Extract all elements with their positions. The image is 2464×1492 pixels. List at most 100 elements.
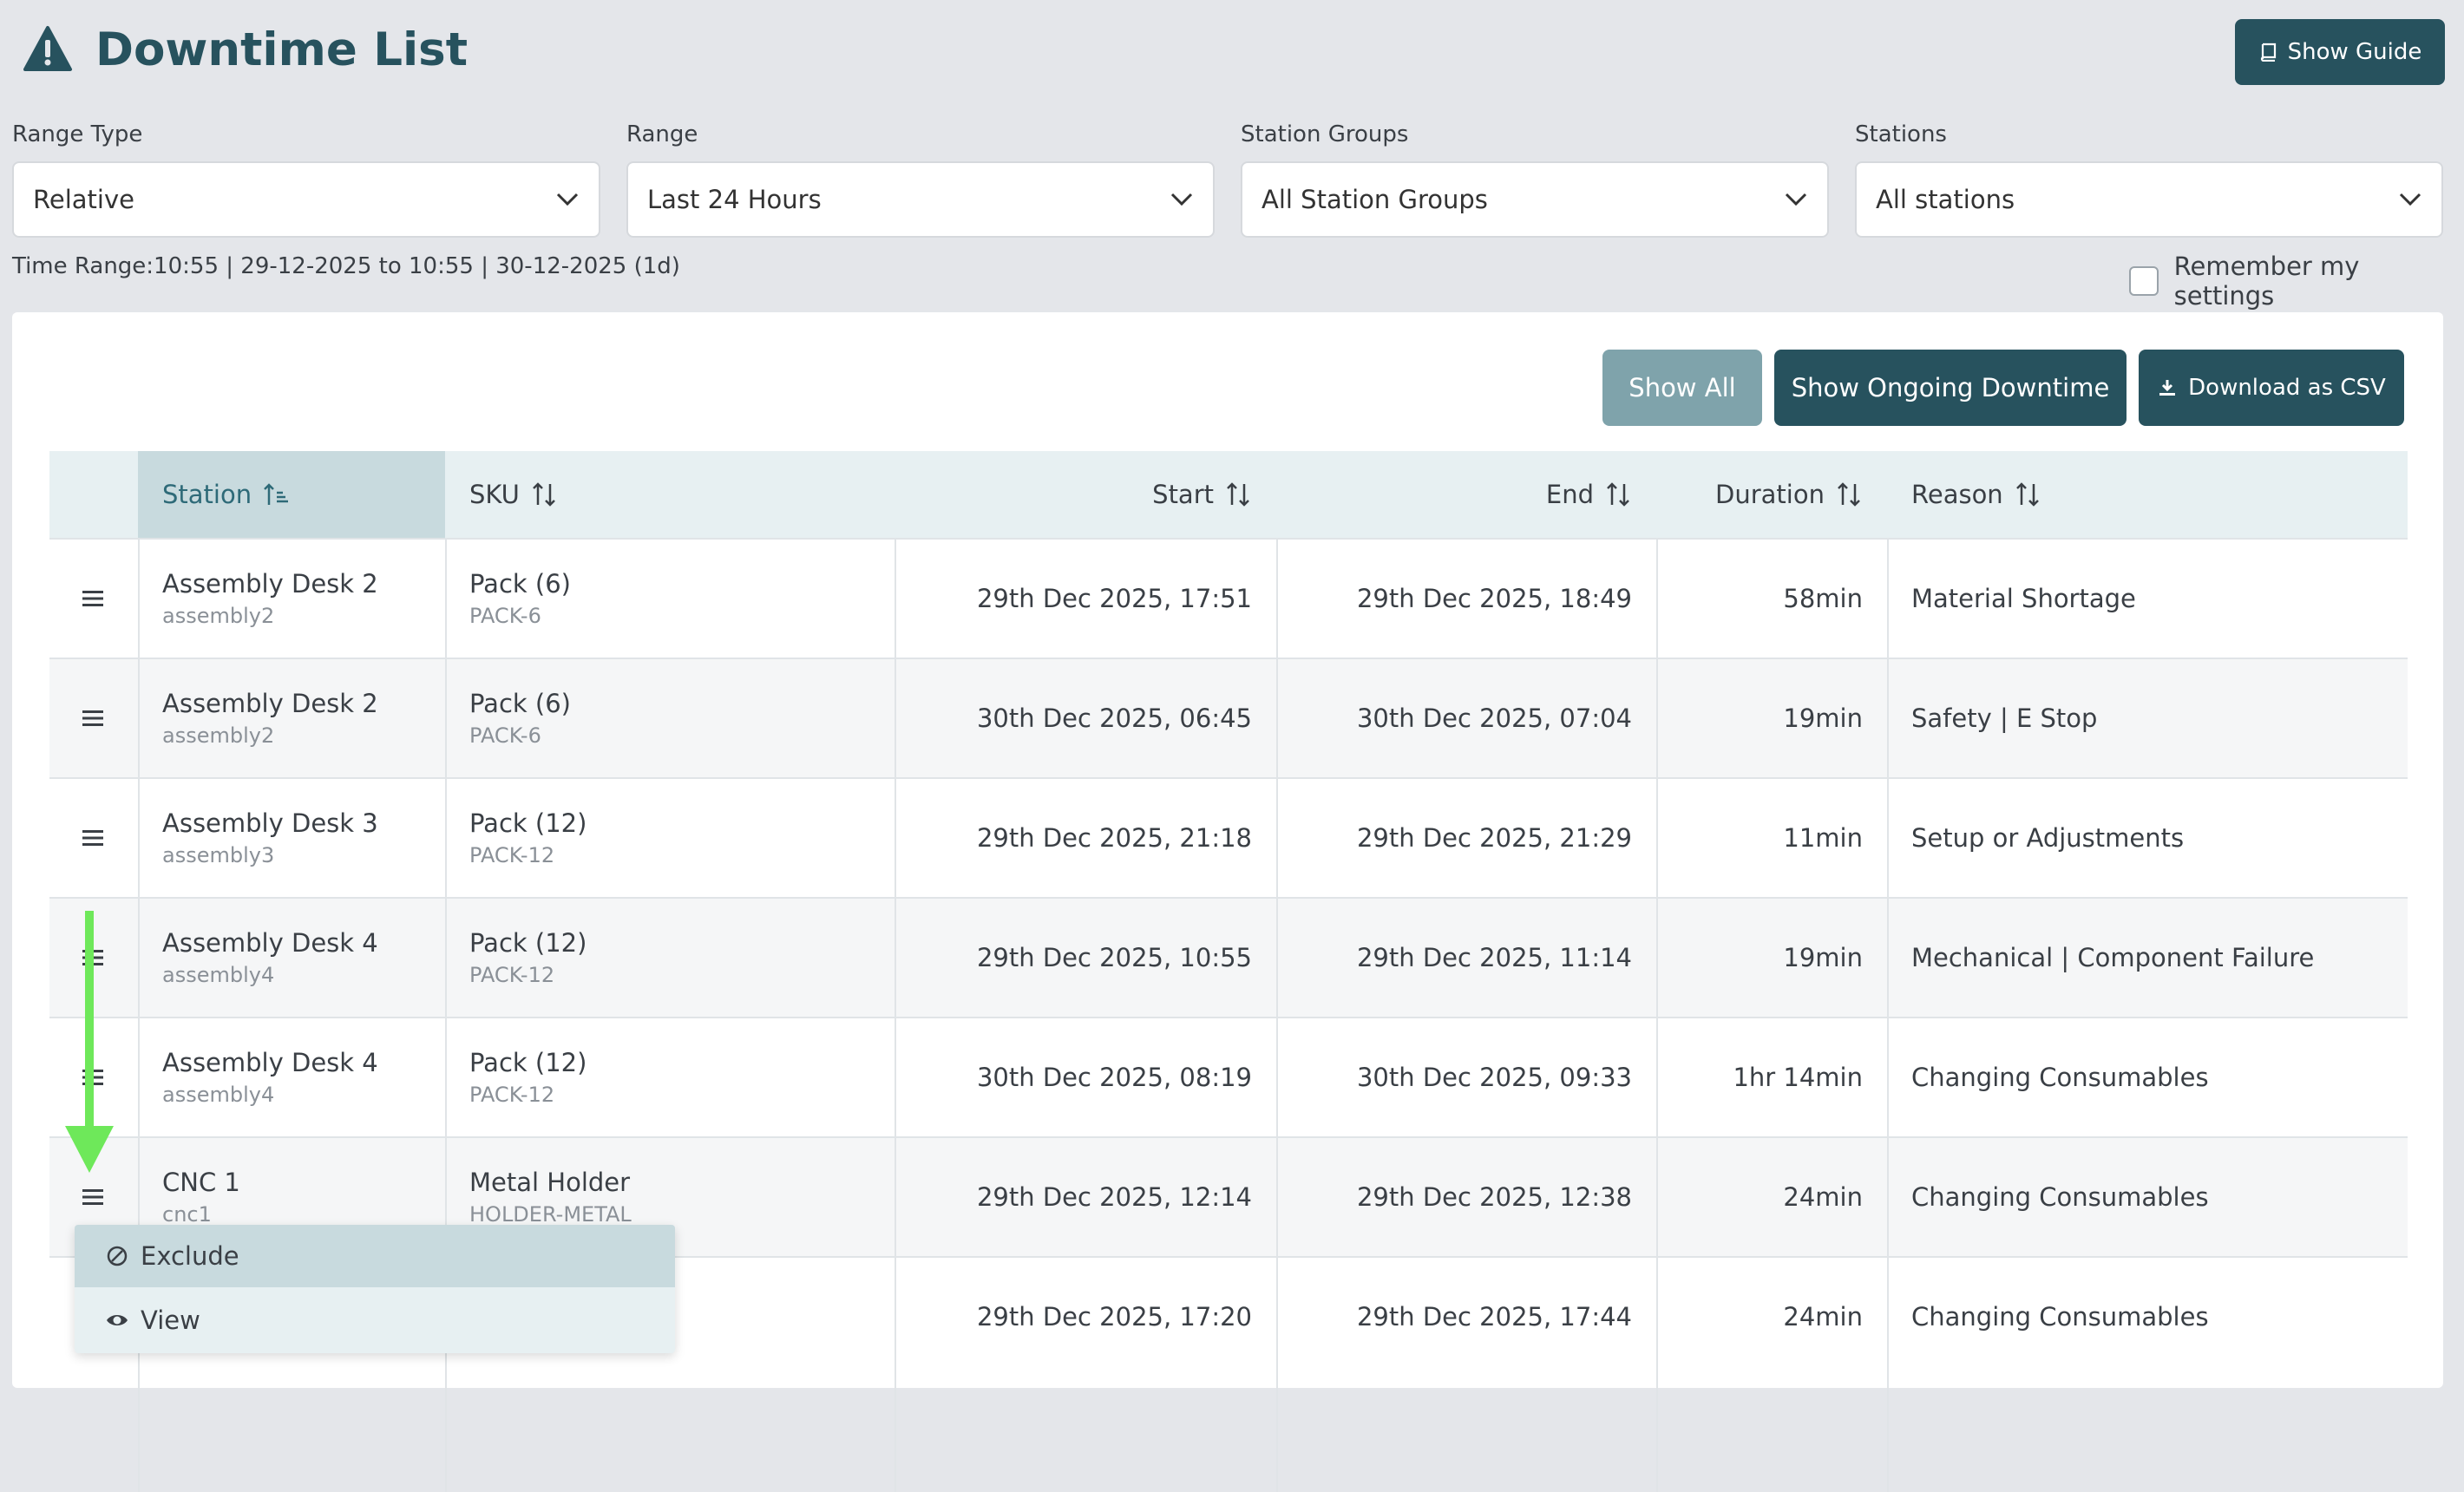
duration-cell: 58min (1783, 584, 1863, 613)
station-id: assembly3 (162, 843, 275, 867)
station-id: cnc1 (162, 1202, 212, 1227)
range-value: Last 24 Hours (647, 185, 822, 214)
station-cell: Assembly Desk 2 assembly2 (162, 659, 445, 777)
sku-code: PACK-12 (469, 1083, 555, 1107)
menu-item-exclude-label: Exclude (141, 1241, 239, 1271)
end-cell: 29th Dec 2025, 12:38 (1356, 1182, 1632, 1212)
station-name: Assembly Desk 4 (162, 1048, 378, 1077)
stations-select[interactable]: All stations (1855, 161, 2443, 238)
start-cell: 30th Dec 2025, 08:19 (976, 1063, 1252, 1092)
sort-icon (1838, 482, 1860, 507)
sort-icon (532, 482, 555, 507)
row-menu-button[interactable] (75, 701, 110, 736)
start-cell: 29th Dec 2025, 17:20 (976, 1302, 1252, 1332)
hamburger-menu-icon (82, 1189, 103, 1205)
sku-name: Metal Holder (469, 1168, 631, 1197)
range-type-value: Relative (33, 185, 134, 214)
row-action-menu: Exclude View (75, 1225, 675, 1353)
sort-ascending-icon (264, 483, 289, 505)
station-cell: Assembly Desk 2 assembly2 (162, 540, 445, 658)
station-id: assembly4 (162, 963, 275, 987)
station-cell: Assembly Desk 4 assembly4 (162, 1018, 445, 1136)
ban-icon (107, 1246, 128, 1266)
download-icon (2159, 380, 2176, 396)
page-title: Downtime List (95, 23, 469, 76)
sku-code: PACK-6 (469, 604, 541, 628)
sku-name: Pack (6) (469, 689, 571, 718)
chevron-down-icon (1170, 193, 1193, 206)
column-divider (895, 538, 896, 1492)
column-station[interactable]: Station (138, 451, 445, 538)
start-cell: 29th Dec 2025, 12:14 (976, 1182, 1252, 1212)
menu-item-view[interactable]: View (75, 1289, 675, 1351)
station-groups-select[interactable]: All Station Groups (1241, 161, 1829, 238)
station-name: Assembly Desk 2 (162, 569, 378, 599)
station-name: Assembly Desk 3 (162, 808, 378, 838)
start-cell: 29th Dec 2025, 10:55 (976, 943, 1252, 972)
sku-name: Pack (12) (469, 928, 587, 958)
sku-cell: Pack (12) PACK-12 (469, 1018, 895, 1136)
column-duration[interactable]: Duration (1656, 451, 1887, 538)
reason-cell: Material Shortage (1911, 584, 2136, 613)
sku-code: HOLDER-METAL (469, 1202, 632, 1227)
station-groups-value: All Station Groups (1261, 185, 1488, 214)
row-menu-button[interactable] (75, 821, 110, 855)
range-label: Range (626, 121, 698, 147)
column-end[interactable]: End (1276, 451, 1656, 538)
column-divider (1887, 538, 1889, 1492)
reason-cell: Changing Consumables (1911, 1302, 2209, 1332)
book-icon (2260, 43, 2276, 62)
download-csv-button[interactable]: Download as CSV (2139, 350, 2404, 426)
stations-value: All stations (1876, 185, 2015, 214)
sku-code: PACK-12 (469, 843, 555, 867)
sort-icon (1227, 482, 1249, 507)
reason-cell: Mechanical | Component Failure (1911, 943, 2315, 972)
station-cell: Assembly Desk 3 assembly3 (162, 779, 445, 897)
duration-cell: 24min (1783, 1302, 1863, 1332)
column-divider (1656, 538, 1658, 1492)
range-type-label: Range Type (12, 121, 143, 147)
row-menu-button[interactable] (75, 1180, 110, 1214)
station-cell: Assembly Desk 4 assembly4 (162, 899, 445, 1017)
sku-code: PACK-12 (469, 963, 555, 987)
column-sku[interactable]: SKU (445, 451, 895, 538)
duration-cell: 24min (1783, 1182, 1863, 1212)
sort-icon (2015, 482, 2039, 507)
table-header: Station SKU Start End Duration Reason (49, 451, 2408, 538)
reason-cell: Changing Consumables (1911, 1063, 2209, 1092)
chevron-down-icon (2399, 193, 2421, 206)
sku-name: Pack (12) (469, 1048, 587, 1077)
eye-icon (107, 1315, 128, 1325)
stations-label: Stations (1855, 121, 1947, 147)
duration-cell: 1hr 14min (1733, 1063, 1863, 1092)
annotation-arrow-icon (65, 911, 114, 1173)
download-csv-label: Download as CSV (2188, 375, 2386, 401)
station-name: CNC 1 (162, 1168, 240, 1197)
duration-cell: 19min (1783, 703, 1863, 733)
remember-settings-label: Remember my settings (2173, 252, 2360, 311)
column-start[interactable]: Start (895, 451, 1276, 538)
remember-settings-checkbox[interactable] (2129, 266, 2159, 296)
show-all-button[interactable]: Show All (1602, 350, 1762, 426)
chevron-down-icon (1785, 193, 1807, 206)
remember-settings[interactable]: Remember my settings (2129, 252, 2464, 311)
table-row: Assembly Desk 2 assembly2 Pack (6) PACK-6 30… (49, 658, 2408, 777)
sku-cell: Pack (6) PACK-6 (469, 540, 895, 658)
station-id: assembly2 (162, 723, 275, 748)
station-groups-label: Station Groups (1241, 121, 1409, 147)
menu-item-view-label: View (141, 1306, 200, 1335)
sku-cell: Pack (12) PACK-12 (469, 899, 895, 1017)
end-cell: 29th Dec 2025, 18:49 (1356, 584, 1632, 613)
column-reason[interactable]: Reason (1887, 451, 2408, 538)
row-menu-button[interactable] (75, 581, 110, 616)
sku-name: Pack (12) (469, 808, 587, 838)
menu-item-exclude[interactable]: Exclude (75, 1225, 675, 1287)
start-cell: 29th Dec 2025, 17:51 (976, 584, 1252, 613)
range-select[interactable]: Last 24 Hours (626, 161, 1215, 238)
start-cell: 30th Dec 2025, 06:45 (976, 703, 1252, 733)
chevron-down-icon (556, 193, 579, 206)
show-ongoing-downtime-button[interactable]: Show Ongoing Downtime (1774, 350, 2127, 426)
station-id: assembly4 (162, 1083, 275, 1107)
range-type-select[interactable]: Relative (12, 161, 600, 238)
show-guide-button[interactable]: Show Guide (2235, 19, 2445, 85)
